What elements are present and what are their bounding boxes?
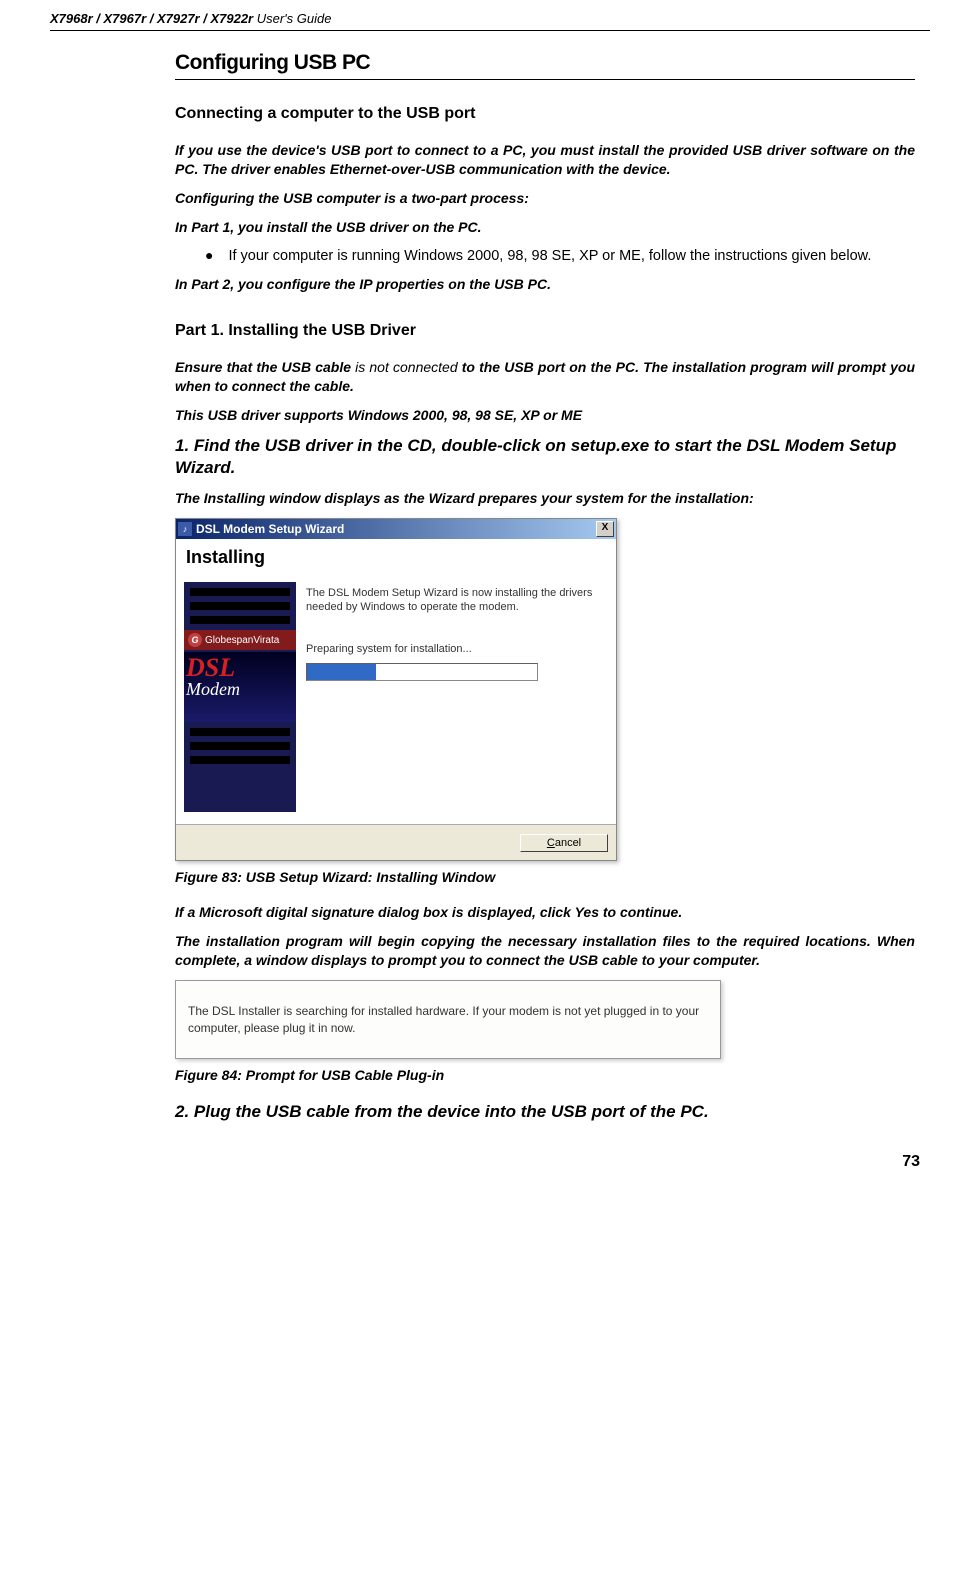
heading-connecting: Connecting a computer to the USB port [175, 105, 915, 123]
progress-bar [306, 663, 538, 681]
para-installwin: The Installing window displays as the Wi… [175, 489, 915, 508]
para-part1: In Part 1, you install the USB driver on… [175, 218, 915, 237]
prompt-box: The DSL Installer is searching for insta… [175, 980, 721, 1060]
para-copying: The installation program will begin copy… [175, 932, 915, 970]
bullet-icon: ● [205, 247, 213, 266]
wizard-app-icon: ♪ [178, 522, 192, 536]
para-twopart: Configuring the USB computer is a two-pa… [175, 189, 915, 208]
figure83-caption: Figure 83: USB Setup Wizard: Installing … [175, 869, 915, 885]
wizard-titlebar: ♪ DSL Modem Setup Wizard X [176, 519, 616, 539]
close-icon[interactable]: X [596, 521, 614, 537]
para-part2: In Part 2, you configure the IP properti… [175, 275, 915, 294]
para-ensure: Ensure that the USB cable is not connect… [175, 358, 915, 396]
header-models: X7968r / X7967r / X7927r / X7922r [50, 11, 253, 26]
wizard-msg1: The DSL Modem Setup Wizard is now instal… [306, 586, 608, 615]
wizard-title: DSL Modem Setup Wizard [196, 522, 344, 536]
modem-text: Modem [186, 679, 294, 700]
para-supports: This USB driver supports Windows 2000, 9… [175, 406, 915, 425]
wizard-heading: Installing [186, 547, 606, 568]
figure84-caption: Figure 84: Prompt for USB Cable Plug-in [175, 1067, 915, 1083]
section-title: Configuring USB PC [175, 51, 915, 80]
brand-box: G GlobespanVirata [184, 630, 296, 650]
step1-heading: 1. Find the USB driver in the CD, double… [175, 435, 915, 479]
para-intro: If you use the device's USB port to conn… [175, 141, 915, 179]
dsl-text: DSL [186, 656, 294, 679]
prompt-text: The DSL Installer is searching for insta… [188, 1004, 699, 1035]
cancel-underline: C [547, 837, 555, 849]
bullet-row: ● If your computer is running Windows 20… [205, 247, 915, 266]
heading-part1: Part 1. Installing the USB Driver [175, 322, 915, 340]
ensure-b: is not connected [355, 359, 457, 375]
wizard-sidebar: G GlobespanVirata DSL Modem [184, 582, 296, 812]
header-guide: User's Guide [253, 11, 331, 26]
wizard-window: ♪ DSL Modem Setup Wizard X Installing G … [175, 518, 617, 861]
dsl-modem-logo: DSL Modem [184, 652, 296, 722]
wizard-msg2: Preparing system for installation... [306, 643, 608, 655]
bullet-text: If your computer is running Windows 2000… [228, 247, 915, 266]
page-number: 73 [50, 1153, 920, 1171]
cancel-rest: ancel [555, 837, 581, 849]
para-digsig: If a Microsoft digital signature dialog … [175, 903, 915, 922]
brand-icon: G [188, 633, 202, 647]
cancel-button[interactable]: Cancel [520, 834, 608, 852]
ensure-a: Ensure that the USB cable [175, 359, 355, 375]
page-header: X7968r / X7967r / X7927r / X7922r User's… [50, 10, 930, 31]
step2-heading: 2. Plug the USB cable from the device in… [175, 1101, 915, 1123]
brand-text: GlobespanVirata [205, 635, 279, 646]
